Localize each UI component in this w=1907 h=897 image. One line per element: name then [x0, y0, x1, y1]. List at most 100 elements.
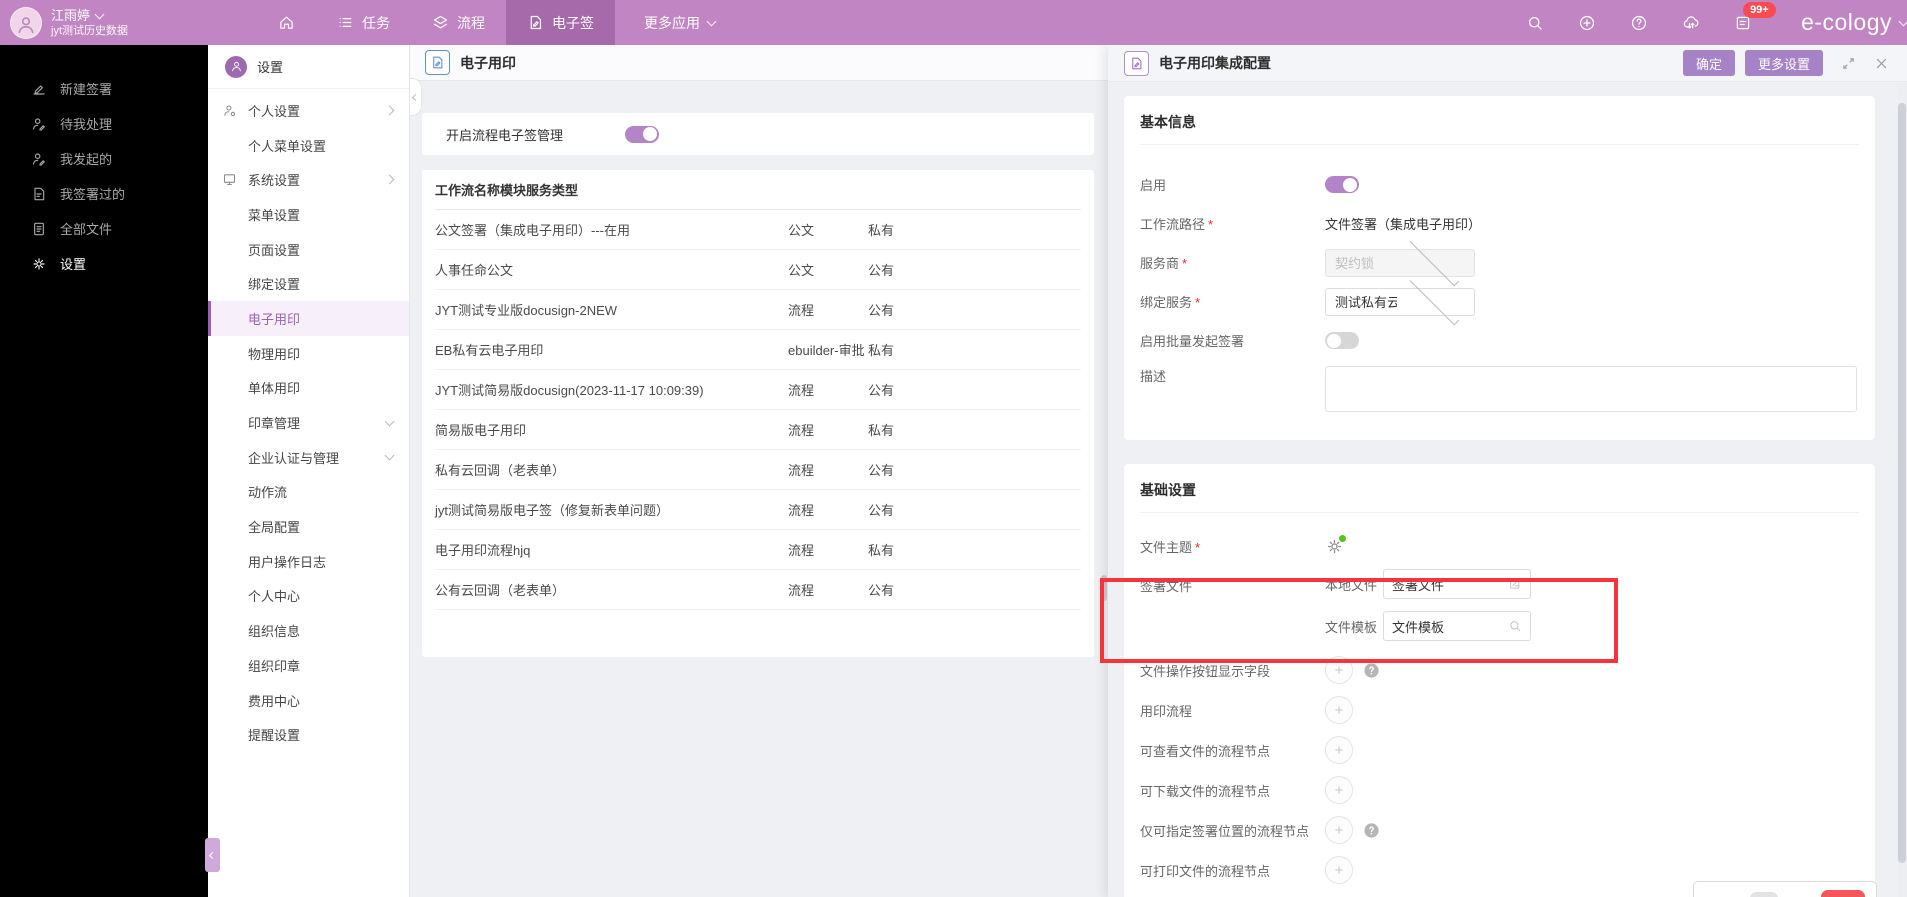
panel-collapse-handle[interactable] [410, 78, 422, 116]
topbar-icon-button[interactable]: 99+ [1717, 1, 1776, 32]
sidebar-item[interactable]: 待我处理 [0, 106, 208, 141]
plus-icon [1332, 663, 1346, 677]
cell-module: 公文 [788, 223, 815, 238]
settings-menu-item[interactable]: 系统设置 [208, 162, 409, 197]
add-button[interactable] [1325, 856, 1353, 884]
nav-item[interactable] [257, 0, 316, 45]
top-nav: 任务 流程 电子签 更多应用 [257, 0, 736, 45]
file-template-input[interactable] [1392, 618, 1504, 634]
batch-sign-toggle[interactable] [1325, 332, 1359, 349]
sidebar-collapse-handle[interactable] [205, 838, 220, 872]
cell-service-type: 公有 [868, 583, 895, 598]
file-template-input-wrap [1383, 611, 1531, 641]
more-settings-button[interactable]: 更多设置 [1744, 50, 1823, 76]
edit-field-icon[interactable] [1508, 577, 1522, 591]
provider-select[interactable]: 契约锁 [1325, 236, 1475, 286]
cell-service-type: 公有 [868, 503, 895, 518]
nav-item[interactable]: 任务 [316, 0, 411, 45]
provider-label: 服务商 [1140, 256, 1180, 271]
table-row[interactable]: 公有云回调（老表单） 流程 公有 [435, 570, 1081, 610]
add-button[interactable] [1325, 776, 1353, 804]
bind-service-select[interactable]: 测试私有云223NEW [1325, 275, 1475, 325]
search-field-icon[interactable] [1508, 619, 1522, 633]
topbar-icon-button[interactable] [1509, 14, 1561, 32]
config-row: 可下载文件的流程节点 [1140, 770, 1859, 810]
home-icon [278, 14, 295, 31]
settings-menu-item[interactable]: 个人中心 [208, 579, 409, 614]
avatar[interactable] [10, 6, 42, 39]
topbar-icon-button[interactable] [1561, 14, 1613, 32]
table-row[interactable]: 简易版电子用印 流程 私有 [435, 410, 1081, 450]
nav-item[interactable]: 流程 [411, 0, 506, 45]
settings-menu-item[interactable]: 个人设置 [208, 93, 409, 128]
settings-menu-item[interactable]: 费用中心 [208, 683, 409, 718]
sidebar-item[interactable]: 设置 [0, 246, 208, 281]
file-subject-config-button[interactable] [1325, 533, 1347, 557]
table-row[interactable]: JYT测试简易版docusign(2023-11-17 10:09:39) 流程… [435, 370, 1081, 410]
settings-menu-item[interactable]: 电子用印 [208, 301, 409, 336]
eseal-module-icon [425, 50, 450, 75]
panel-scrollbar-thumb[interactable] [1898, 103, 1906, 863]
table-row[interactable]: 公文签署（集成电子用印）---在用 公文 私有 [435, 210, 1081, 250]
config-row: 用印流程 [1140, 690, 1859, 730]
settings-menu-item[interactable]: 企业认证与管理 [208, 440, 409, 475]
nav-item[interactable]: 更多应用 [615, 0, 736, 45]
settings-menu-item[interactable]: 动作流 [208, 475, 409, 510]
settings-menu-item[interactable]: 个人菜单设置 [208, 128, 409, 163]
flow-esign-toggle[interactable] [625, 125, 660, 143]
cell-service-type: 公有 [868, 263, 895, 278]
sidebar-item[interactable]: 全部文件 [0, 211, 208, 246]
list-icon [337, 14, 354, 31]
table-row[interactable]: JYT测试专业版docusign-2NEW 流程 公有 [435, 290, 1081, 330]
settings-menu-item[interactable]: 印章管理 [208, 405, 409, 440]
add-button[interactable] [1325, 696, 1353, 724]
help-icon[interactable] [1363, 822, 1380, 839]
section-title-basic: 基本信息 [1140, 96, 1859, 145]
sidebar-item[interactable]: 新建签署 [0, 71, 208, 106]
add-button[interactable] [1325, 656, 1353, 684]
settings-menu-item[interactable]: 单体用印 [208, 371, 409, 406]
topbar-icon-button[interactable] [1613, 14, 1665, 32]
nav-item[interactable]: 电子签 [506, 0, 615, 45]
settings-menu-item[interactable]: 物理用印 [208, 336, 409, 371]
floating-widget[interactable] [1693, 881, 1877, 897]
settings-menu-item[interactable]: 用户操作日志 [208, 544, 409, 579]
sidebar-item[interactable]: 我签署过的 [0, 176, 208, 211]
table-row[interactable]: EB私有云电子用印 ebuilder-审批 私有 [435, 330, 1081, 370]
settings-menu-item[interactable]: 组织印章 [208, 648, 409, 683]
topbar-icon-button[interactable] [1665, 14, 1717, 32]
table-row[interactable]: 电子用印流程hjq 流程 私有 [435, 530, 1081, 570]
settings-menu-item[interactable]: 菜单设置 [208, 197, 409, 232]
table-row[interactable]: 私有云回调（老表单） 流程 公有 [435, 450, 1081, 490]
settings-menu-item[interactable]: 提醒设置 [208, 717, 409, 752]
flow-esign-toggle-label: 开启流程电子签管理 [446, 127, 564, 143]
close-icon[interactable] [1874, 56, 1889, 71]
confirm-button[interactable]: 确定 [1682, 50, 1735, 76]
cell-workflow-name: JYT测试专业版docusign-2NEW [435, 303, 618, 318]
main-scrollbar[interactable] [1101, 575, 1107, 601]
help-icon[interactable] [1363, 662, 1380, 679]
plus-icon [1332, 783, 1346, 797]
user-block[interactable]: 江雨婷 jyt测试历史数据 [0, 0, 215, 45]
panel-scrollbar-track[interactable] [1897, 83, 1907, 897]
table-row[interactable]: 人事任命公文 公文 公有 [435, 250, 1081, 290]
config-row: 仅可指定签署位置的流程节点 [1140, 810, 1859, 850]
description-textarea[interactable] [1325, 366, 1857, 412]
settings-menu-item[interactable]: 全局配置 [208, 509, 409, 544]
settings-menu-item[interactable]: 组织信息 [208, 613, 409, 648]
settings-menu-item[interactable]: 绑定设置 [208, 266, 409, 301]
expand-icon[interactable] [1841, 56, 1856, 71]
settings-menu-item[interactable]: 页面设置 [208, 232, 409, 267]
add-button[interactable] [1325, 816, 1353, 844]
local-file-input[interactable] [1392, 576, 1504, 592]
cell-module: 流程 [788, 423, 815, 438]
enable-toggle[interactable] [1325, 176, 1359, 193]
sign-file-label: 签署文件 [1140, 579, 1193, 594]
cell-module: 流程 [788, 463, 815, 478]
topbar-actions: 99+ [1509, 0, 1787, 45]
table-row[interactable]: jyt测试简易版电子签（修复新表单问题） 流程 公有 [435, 490, 1081, 530]
sidebar-item[interactable]: 我发起的 [0, 141, 208, 176]
brand-menu[interactable]: e-cology [1801, 0, 1907, 45]
basic-info-card: 基本信息 启用 工作流路径 * 文件签署（集成电子用印） 服务商 * 契约锁 绑… [1124, 96, 1875, 440]
add-button[interactable] [1325, 736, 1353, 764]
